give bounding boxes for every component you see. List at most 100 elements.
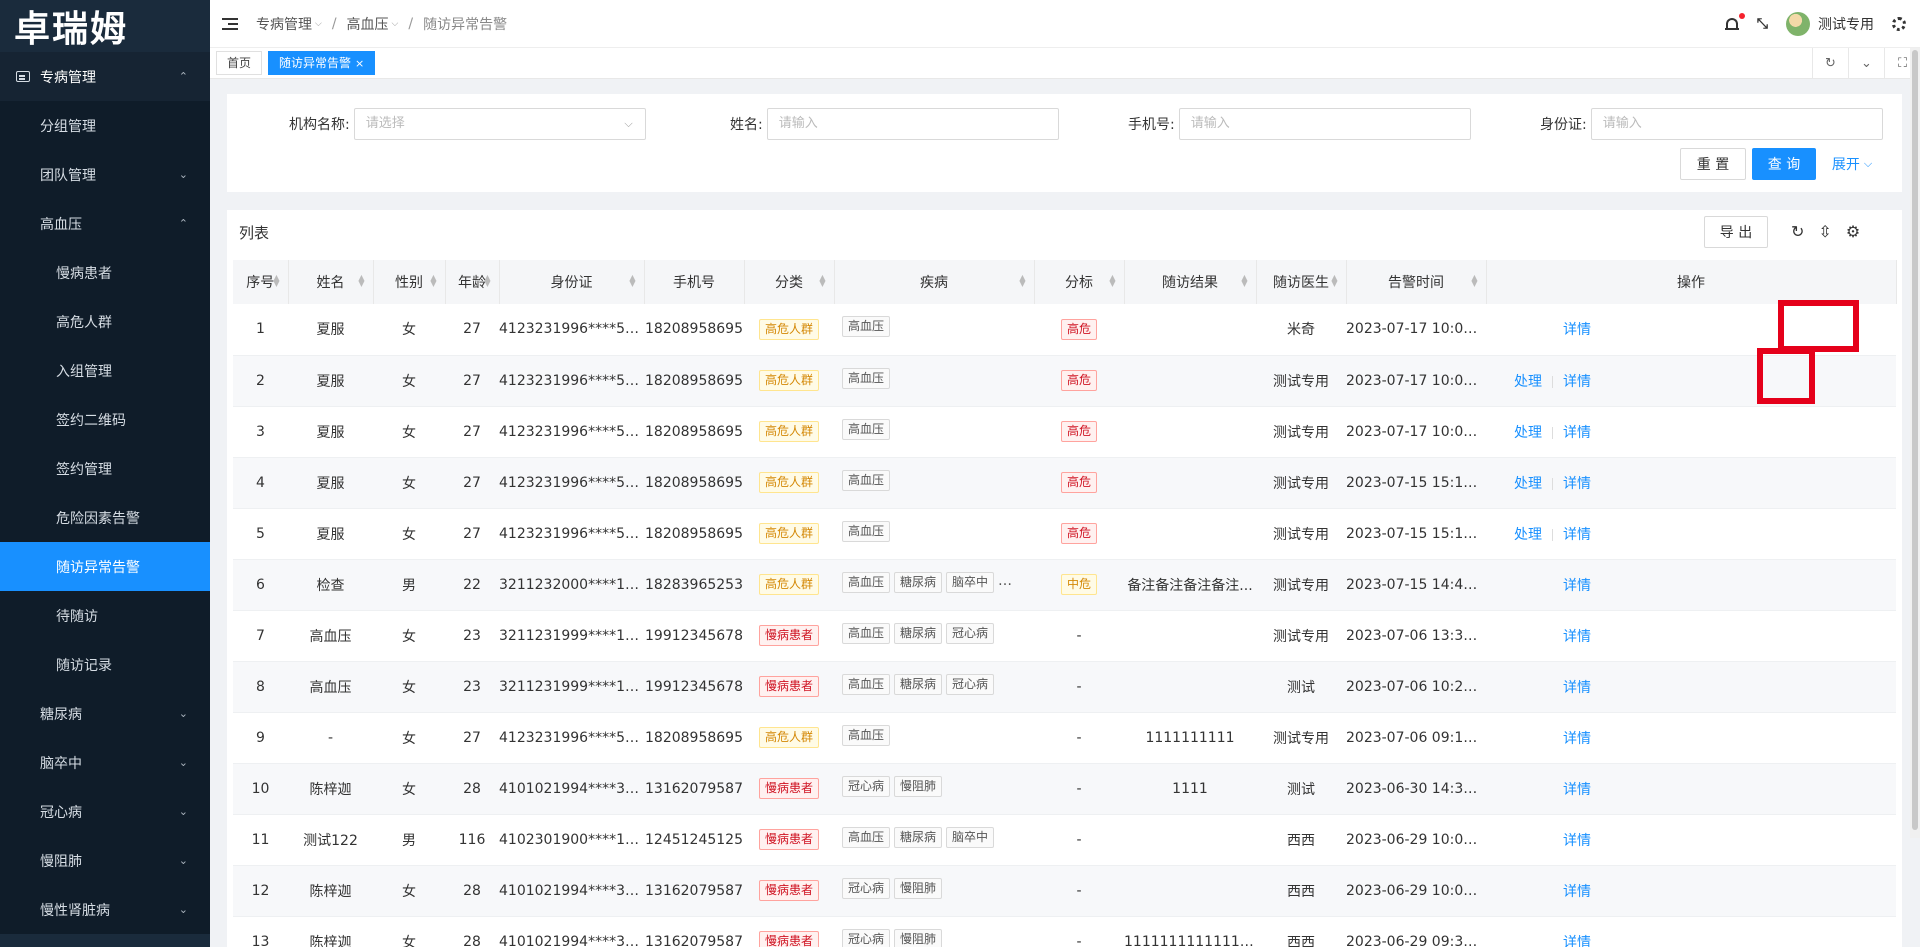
column-header[interactable]: 分标 ▲ ▼ [1034, 260, 1125, 304]
sort-icon[interactable]: ▲ ▼ [358, 274, 364, 288]
detail-link[interactable]: 详情 [1563, 476, 1591, 492]
fullscreen-icon[interactable]: ⤡ [1757, 16, 1768, 32]
sidebar-item[interactable]: 随访异常告警 [0, 542, 210, 591]
close-icon[interactable]: × [355, 57, 364, 70]
detail-link[interactable]: 详情 [1563, 527, 1591, 543]
sort-icon[interactable]: ▲ ▼ [273, 274, 279, 288]
cell-disease: 高血压 [834, 457, 1034, 509]
column-header[interactable]: 随访结果 ▲ ▼ [1124, 260, 1257, 304]
process-link[interactable]: 处理 [1514, 374, 1542, 390]
column-header[interactable]: 序号 ▲ ▼ [233, 260, 289, 304]
detail-link[interactable]: 详情 [1563, 782, 1591, 798]
sidebar-item[interactable]: 冠心病 ⌄ [0, 787, 210, 836]
column-header[interactable]: 疾病 ▲ ▼ [834, 260, 1035, 304]
sidebar-item[interactable]: 入组管理 [0, 346, 210, 395]
detail-link[interactable]: 详情 [1563, 578, 1591, 594]
sidebar-item[interactable]: 高血压 ⌃ [0, 199, 210, 248]
tab-current-label: 随访异常告警 [279, 56, 352, 70]
cell-doctor: 西西 [1256, 916, 1346, 947]
detail-link[interactable]: 详情 [1563, 374, 1591, 390]
user-menu[interactable]: 测试专用 [1786, 12, 1874, 36]
table-row: 9- 女 27 4123231996****5689 18208958695 高危人群 高血… [233, 712, 1896, 764]
column-header[interactable]: 手机号 [644, 260, 745, 304]
sort-icon[interactable]: ▲ ▼ [1241, 274, 1247, 288]
column-header[interactable]: 操作 [1486, 260, 1897, 304]
column-header[interactable]: 身份证 ▲ ▼ [499, 260, 645, 304]
column-header[interactable]: 告警时间 ▲ ▼ [1346, 260, 1487, 304]
gear-icon[interactable]: ⚙ [1846, 222, 1860, 241]
process-link[interactable]: 处理 [1514, 527, 1542, 543]
cell-category: 高危人群 [744, 304, 834, 356]
cell-age: 23 [445, 610, 499, 662]
process-link[interactable]: 处理 [1514, 425, 1542, 441]
menu-toggle-icon[interactable] [222, 17, 238, 30]
detail-link[interactable]: 详情 [1563, 680, 1591, 696]
detail-link[interactable]: 详情 [1563, 425, 1591, 441]
sort-icon[interactable]: ▲ ▼ [1109, 274, 1115, 288]
phone-input[interactable]: 请输入 [1178, 108, 1471, 140]
breadcrumb-item-specialty[interactable]: 专病管理 [256, 14, 312, 34]
sort-icon[interactable]: ▲ ▼ [1471, 274, 1477, 288]
refresh-icon[interactable]: ↻ [1812, 48, 1848, 79]
detail-link[interactable]: 详情 [1563, 322, 1591, 338]
column-header[interactable]: 分类 ▲ ▼ [744, 260, 835, 304]
refresh-icon[interactable]: ↻ [1791, 222, 1804, 241]
sidebar-item[interactable]: 危险因素告警 [0, 493, 210, 542]
org-select[interactable]: 请选择 ⌵ [353, 108, 646, 140]
tab-followup-alert[interactable]: 随访异常告警 × [268, 51, 376, 75]
sort-icon[interactable]: ▲ ▼ [819, 274, 825, 288]
sidebar-item[interactable]: 分组管理 [0, 101, 210, 150]
sidebar-item[interactable]: 签约二维码 [0, 395, 210, 444]
sidebar-item[interactable]: 慢性肾脏病 ⌄ [0, 885, 210, 934]
top-header: 专病管理 ⌵ / 高血压 ⌵ / 随访异常告警 ⤡ 测试专用 [210, 0, 1920, 48]
breadcrumb-item-hypertension[interactable]: 高血压 [347, 14, 389, 34]
sidebar-item[interactable]: 脑卒中 ⌄ [0, 738, 210, 787]
cell-disease: 高血压 [834, 355, 1034, 407]
sidebar-item[interactable]: 团队管理 ⌄ [0, 150, 210, 199]
sort-icon[interactable]: ▲ ▼ [629, 274, 635, 288]
sort-icon[interactable]: ▲ ▼ [1019, 274, 1025, 288]
cell-sex: 女 [373, 508, 445, 560]
name-input[interactable]: 请输入 [766, 108, 1059, 140]
sort-icon[interactable]: ▲ ▼ [1331, 274, 1337, 288]
scrollbar-thumb[interactable] [1912, 50, 1918, 830]
expand-button[interactable]: 展开 ⌵ [1824, 148, 1880, 180]
column-header[interactable]: 年龄 ▲ ▼ [445, 260, 500, 304]
process-link[interactable]: 处理 [1514, 476, 1542, 492]
scrollbar[interactable] [1910, 48, 1920, 838]
cell-phone: 12451245125 [644, 814, 744, 866]
cell-name: 夏服 [288, 355, 373, 407]
sort-icon[interactable]: ▲ ▼ [430, 274, 436, 288]
sidebar-item[interactable]: 慢阻肺 ⌄ [0, 836, 210, 885]
highlight-box [1778, 300, 1859, 352]
detail-link[interactable]: 详情 [1563, 731, 1591, 747]
sort-icon[interactable]: ▲ ▼ [484, 274, 490, 288]
column-header[interactable]: 性别 ▲ ▼ [373, 260, 446, 304]
cell-risk-level: 中危 [1034, 559, 1124, 611]
detail-link[interactable]: 详情 [1563, 884, 1591, 900]
detail-link[interactable]: 详情 [1563, 833, 1591, 849]
column-header[interactable]: 姓名 ▲ ▼ [288, 260, 374, 304]
cell-id-card: 4123231996****5689 [499, 355, 644, 407]
sidebar-item[interactable]: 签约管理 [0, 444, 210, 493]
sidebar-item[interactable]: 慢病患者 [0, 248, 210, 297]
bell-icon[interactable] [1724, 13, 1745, 32]
cell-age: 23 [445, 661, 499, 713]
tab-home[interactable]: 首页 [216, 51, 263, 75]
sidebar-item-specialty-management[interactable]: 专病管理 ⌃ [0, 52, 210, 101]
column-header[interactable]: 随访医生 ▲ ▼ [1256, 260, 1347, 304]
detail-link[interactable]: 详情 [1563, 629, 1591, 645]
reset-button[interactable]: 重 置 [1680, 148, 1746, 180]
detail-link[interactable]: 详情 [1563, 935, 1591, 947]
sidebar-item[interactable]: 高危人群 [0, 297, 210, 346]
sidebar-item[interactable]: 待随访 [0, 591, 210, 640]
cell-phone: 18208958695 [644, 406, 744, 458]
sidebar-item[interactable]: 随访记录 [0, 640, 210, 689]
sidebar-item[interactable]: 糖尿病 ⌄ [0, 689, 210, 738]
id-input[interactable]: 请输入 [1590, 108, 1883, 140]
query-button[interactable]: 查 询 [1752, 148, 1816, 180]
export-button[interactable]: 导 出 [1704, 216, 1768, 248]
chevron-down-icon[interactable]: ⌄ [1848, 48, 1884, 79]
column-height-icon[interactable]: ⇳ [1818, 222, 1831, 241]
gear-icon[interactable] [1892, 17, 1906, 31]
